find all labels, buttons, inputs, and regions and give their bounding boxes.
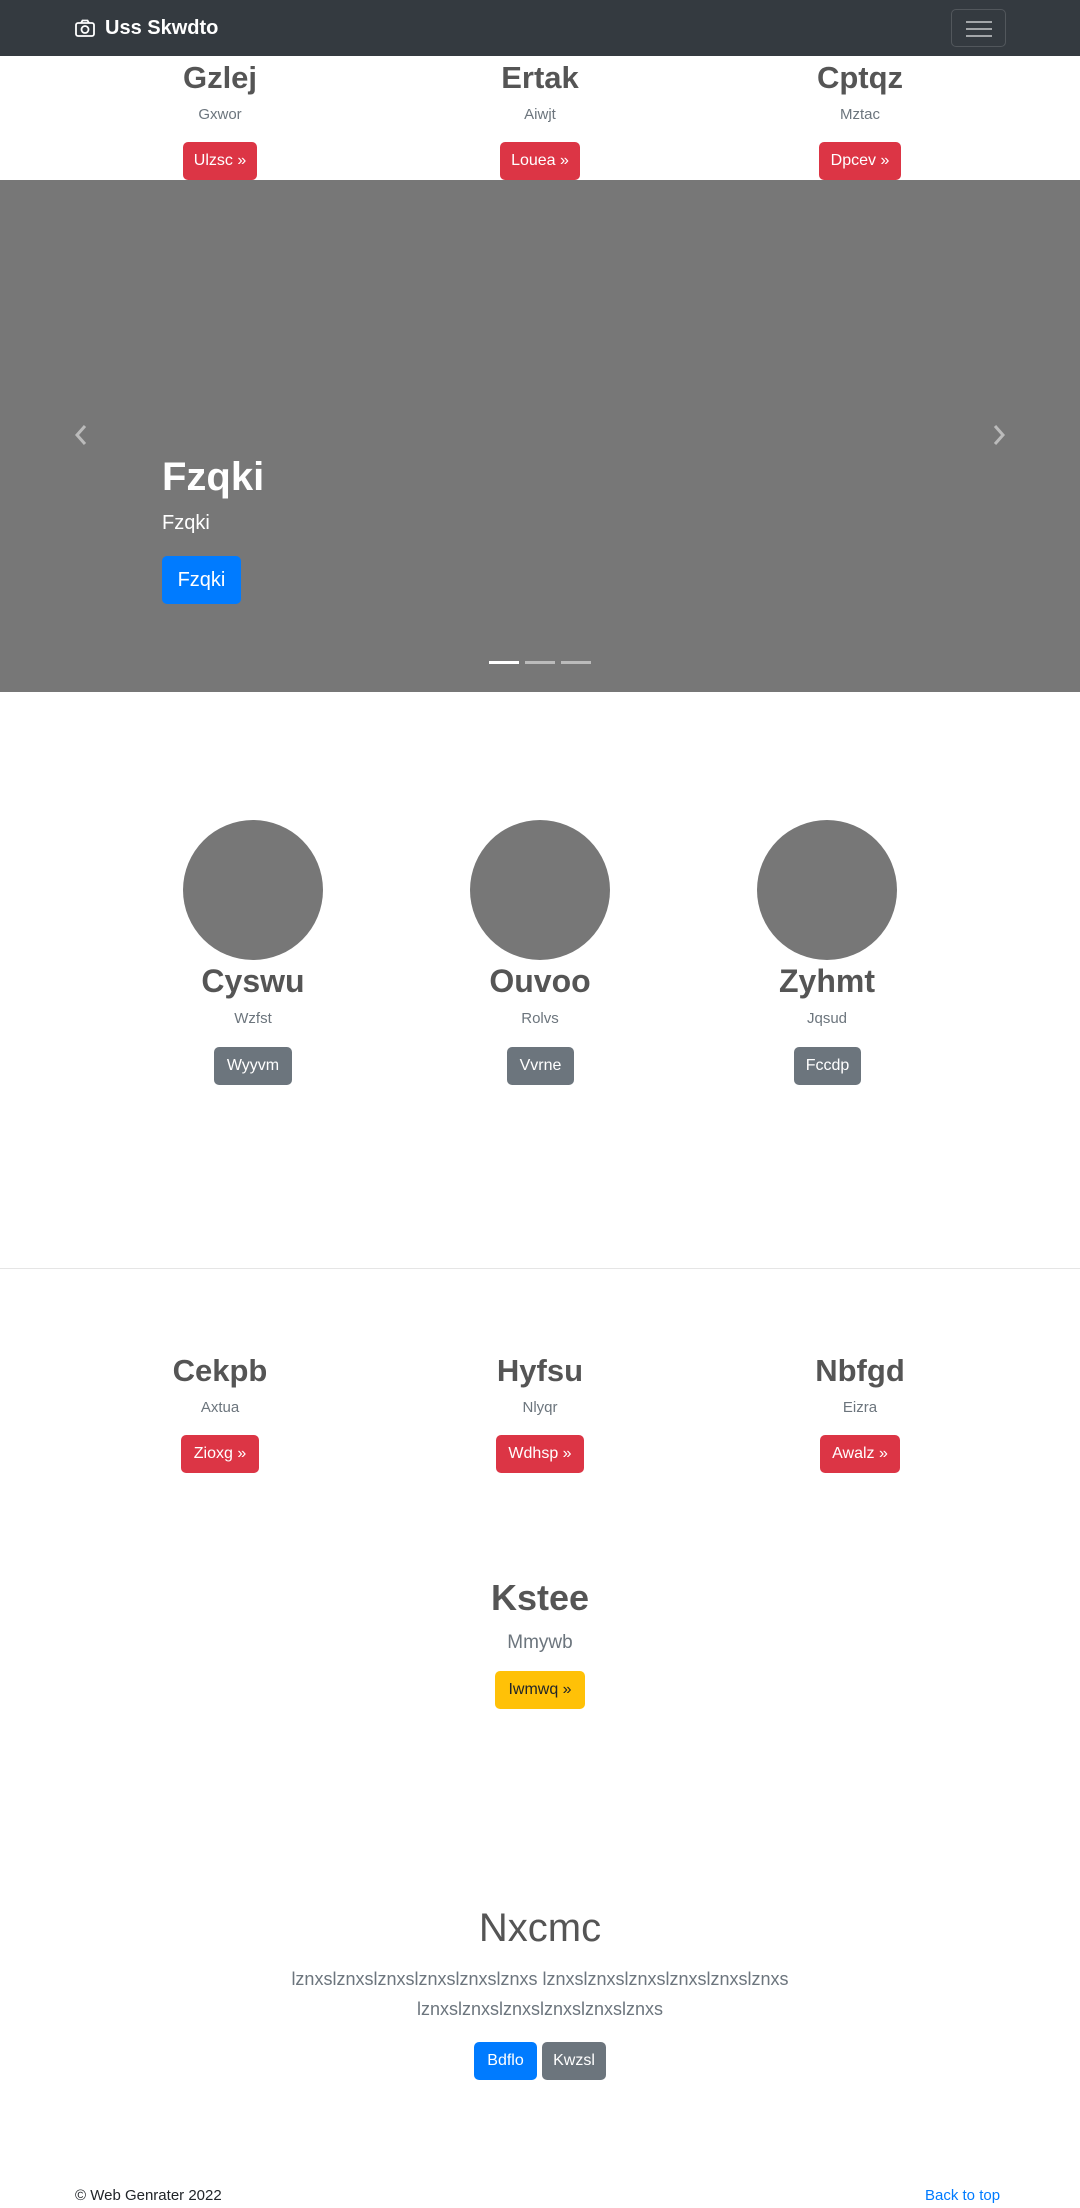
carousel-indicator-3[interactable] xyxy=(561,661,591,664)
bottom-feature-1-button[interactable]: Zioxg » xyxy=(181,1435,259,1473)
carousel-indicator-2[interactable] xyxy=(525,661,555,664)
feature-text: Mztac xyxy=(839,106,880,123)
feature-text: Axtua xyxy=(200,1399,240,1416)
top-feature-2: Ertak xyxy=(390,62,690,93)
jumbotron-heading: Nxcmc xyxy=(478,1906,602,1950)
bottom-feature-2-button[interactable]: Wdhsp » xyxy=(496,1435,584,1473)
feature-heading: Hyfsu xyxy=(496,1353,584,1388)
center-feature-button[interactable]: Iwmwq » xyxy=(495,1671,585,1709)
footer-copyright: © Web Genrater 2022 xyxy=(75,2187,222,2204)
feature-heading: Nbfgd xyxy=(815,1353,905,1388)
feature-heading: Ertak xyxy=(501,60,579,95)
feature-heading: Cekpb xyxy=(172,1353,268,1388)
jumbotron-lead-line-2: lznxslznxslznxslznxslznxslznxs xyxy=(416,1999,664,2019)
circle-heading: Cyswu xyxy=(201,963,305,999)
jumbotron-lead-line-1: lznxslznxslznxslznxslznxslznxs lznxslznx… xyxy=(291,1969,789,1989)
placeholder-image-circle xyxy=(757,820,897,960)
circle-heading: Zyhmt xyxy=(779,963,875,999)
navbar: Uss Skwdto xyxy=(0,0,1080,56)
circle-heading: Ouvoo xyxy=(489,963,591,999)
circle-1-button[interactable]: Wyyvm xyxy=(214,1047,292,1085)
brand-name: Uss Skwdto xyxy=(105,16,219,39)
feature-text: Aiwjt xyxy=(524,106,556,123)
back-to-top-link[interactable]: Back to top xyxy=(925,2187,1000,2204)
carousel-title: Fzqki xyxy=(162,455,265,499)
center-heading: Kstee xyxy=(490,1577,590,1618)
carousel-cta-button[interactable]: Fzqki xyxy=(162,556,241,604)
carousel: Fzqki Fzqki Fzqki xyxy=(0,180,1080,692)
feature-heading: Gzlej xyxy=(182,60,258,95)
navbar-toggler-button[interactable] xyxy=(951,9,1006,47)
feature-text: Gxwor xyxy=(198,106,242,123)
bottom-feature-3-button[interactable]: Awalz » xyxy=(820,1435,900,1473)
carousel-next-button[interactable] xyxy=(984,420,1014,450)
top-feature-1: Gzlej xyxy=(70,62,370,93)
feature-text: Eizra xyxy=(842,1399,878,1416)
circle-text: Wzfst xyxy=(234,1010,272,1027)
camera-icon xyxy=(75,19,95,37)
center-text: Mmywb xyxy=(507,1632,573,1653)
jumbotron-secondary-button[interactable]: Kwzsl xyxy=(542,2042,606,2080)
chevron-left-icon xyxy=(74,425,87,445)
placeholder-image-circle xyxy=(183,820,323,960)
brand-link[interactable]: Uss Skwdto xyxy=(75,14,218,42)
carousel-prev-button[interactable] xyxy=(66,420,96,450)
carousel-subtitle: Fzqki xyxy=(162,512,210,534)
jumbotron: Nxcmc xyxy=(0,1908,1080,1948)
hamburger-icon xyxy=(966,21,992,23)
circle-text: Rolvs xyxy=(521,1010,559,1027)
circle-text: Jqsud xyxy=(806,1010,848,1027)
circle-2-button[interactable]: Vvrne xyxy=(507,1047,574,1085)
section-divider xyxy=(0,1268,1080,1269)
top-feature-3: Cptqz xyxy=(710,62,1010,93)
feature-heading: Cptqz xyxy=(816,60,904,95)
feature-text: Nlyqr xyxy=(522,1399,558,1416)
circle-3-button[interactable]: Fccdp xyxy=(794,1047,861,1085)
jumbotron-primary-button[interactable]: Bdflo xyxy=(474,2042,537,2080)
top-feature-1-button[interactable]: Ulzsc » xyxy=(183,142,257,180)
placeholder-image-circle xyxy=(470,820,610,960)
carousel-indicator-1[interactable] xyxy=(489,661,519,664)
top-feature-3-button[interactable]: Dpcev » xyxy=(819,142,901,180)
top-feature-2-button[interactable]: Louea » xyxy=(500,142,580,180)
chevron-right-icon xyxy=(993,425,1006,445)
